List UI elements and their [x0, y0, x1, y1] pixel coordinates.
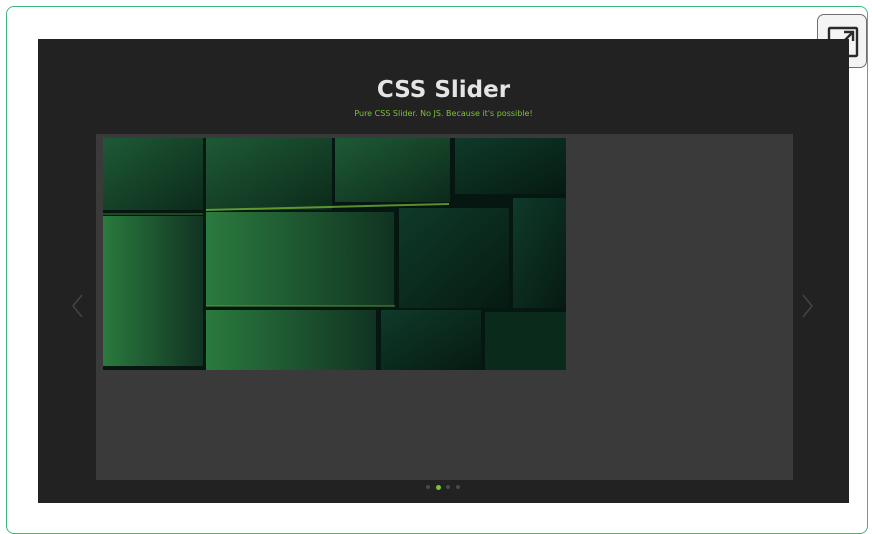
slide-dot-3[interactable] — [446, 485, 450, 489]
slide-dot-1[interactable] — [426, 485, 430, 489]
slide-pagination — [426, 484, 466, 491]
chevron-left-icon — [72, 294, 83, 318]
slider-title: CSS Slider — [376, 77, 511, 103]
slide-viewport — [96, 134, 793, 480]
slide-dot-4[interactable] — [456, 485, 460, 489]
slide-dot-2[interactable] — [436, 484, 441, 490]
next-slide-button[interactable] — [797, 291, 817, 321]
slider-stage: CSS Slider Pure CSS Slider. No JS. Becau… — [38, 39, 849, 503]
chevron-right-icon — [802, 294, 813, 318]
slider-subtitle: Pure CSS Slider. No JS. Because it's pos… — [354, 109, 533, 118]
slide-image — [103, 138, 566, 370]
prev-slide-button[interactable] — [68, 291, 88, 321]
